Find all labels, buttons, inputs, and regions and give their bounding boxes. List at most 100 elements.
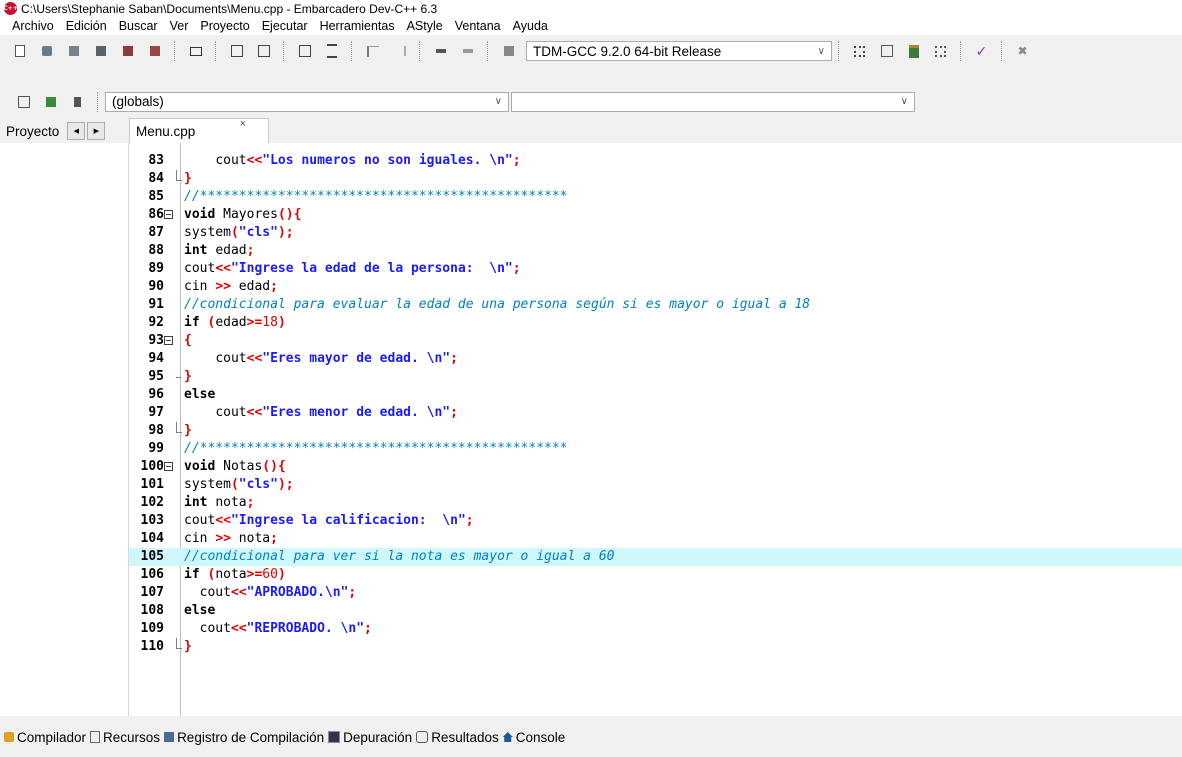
- menu-archivo[interactable]: Archivo: [0, 19, 60, 33]
- menu-buscar[interactable]: Buscar: [113, 19, 164, 33]
- save-all-button[interactable]: [90, 41, 111, 62]
- compile-icon: [503, 46, 514, 56]
- tab-menu-cpp[interactable]: Menu.cpp ×: [129, 118, 269, 143]
- code-line[interactable]: 92 if (edad>=18): [129, 314, 1182, 332]
- code-line[interactable]: 99 //************************************…: [129, 440, 1182, 458]
- code-line[interactable]: 96 else: [129, 386, 1182, 404]
- replace-button[interactable]: [321, 41, 342, 62]
- save-icon: [68, 46, 79, 56]
- scroll-right-button[interactable]: ▶: [87, 122, 106, 140]
- toolbar-separator: [174, 41, 176, 61]
- open-button[interactable]: [36, 41, 57, 62]
- compiler-select[interactable]: TDM-GCC 9.2.0 64-bit Release ∨: [526, 41, 832, 61]
- menu-proyecto[interactable]: Proyecto: [194, 19, 255, 33]
- menu-astyle[interactable]: AStyle: [401, 19, 449, 33]
- tab-recursos[interactable]: Recursos: [90, 730, 160, 745]
- class-toolbar: (globals) ∨ ∨: [0, 88, 1182, 115]
- checkmark-icon: ✓: [975, 42, 988, 59]
- menu-edicion[interactable]: Edición: [60, 19, 113, 33]
- layout-button[interactable]: [930, 41, 951, 62]
- code-line[interactable]: 106 if (nota>=60): [129, 566, 1182, 584]
- insert-button[interactable]: [876, 41, 897, 62]
- indent-button[interactable]: [362, 41, 383, 62]
- toggle-bookmark-button[interactable]: [430, 41, 451, 62]
- code-line[interactable]: 104 cin >> nota;: [129, 530, 1182, 548]
- goto-bookmark-button[interactable]: [457, 41, 478, 62]
- close-file-icon: [122, 46, 133, 56]
- save-button[interactable]: [63, 41, 84, 62]
- line-number: 105: [140, 549, 164, 564]
- code-line[interactable]: 110}: [129, 638, 1182, 656]
- line-code: system("cls");: [184, 225, 294, 240]
- menu-ver[interactable]: Ver: [164, 19, 195, 33]
- code-line[interactable]: 86 void Mayores(){: [129, 206, 1182, 224]
- code-line[interactable]: 105 //condicional para ver si la nota es …: [129, 548, 1182, 566]
- fold-end-marker: [176, 638, 182, 649]
- tab-resultados-label: Resultados: [431, 729, 499, 745]
- line-number: 90: [148, 279, 164, 294]
- menu-ayuda[interactable]: Ayuda: [507, 19, 554, 33]
- new-class-button[interactable]: [849, 41, 870, 62]
- tab-console[interactable]: Console: [502, 730, 565, 745]
- line-code: //**************************************…: [184, 441, 568, 456]
- tab-depuracion[interactable]: Depuración: [328, 730, 412, 745]
- scope-select[interactable]: (globals) ∨: [105, 91, 509, 112]
- goto-declaration-button[interactable]: [13, 91, 34, 112]
- code-line[interactable]: 108 else: [129, 602, 1182, 620]
- undo-button[interactable]: [226, 41, 247, 62]
- toolbar-separator: [838, 41, 840, 61]
- menu-ejecutar[interactable]: Ejecutar: [256, 19, 314, 33]
- tab-registro-compilacion[interactable]: Registro de Compilación: [164, 730, 324, 745]
- print-button[interactable]: [185, 41, 206, 62]
- code-line[interactable]: 100 void Notas(){: [129, 458, 1182, 476]
- redo-button[interactable]: [253, 41, 274, 62]
- scroll-left-button[interactable]: ◀: [67, 122, 86, 140]
- check-syntax-button[interactable]: ✓: [971, 41, 992, 62]
- close-file-button[interactable]: [117, 41, 138, 62]
- function-select[interactable]: ∨: [511, 91, 915, 112]
- toggle-panel-button[interactable]: [903, 41, 924, 62]
- class-browser-button[interactable]: [67, 91, 88, 112]
- find-button[interactable]: [294, 41, 315, 62]
- fold-toggle-icon[interactable]: [164, 210, 173, 219]
- code-line[interactable]: 93 {: [129, 332, 1182, 350]
- goto-definition-button[interactable]: [40, 91, 61, 112]
- class-icon: [74, 96, 81, 107]
- code-line[interactable]: 109 cout<<"REPROBADO. \n";: [129, 620, 1182, 638]
- code-line[interactable]: 107 cout<<"APROBADO.\n";: [129, 584, 1182, 602]
- close-all-button[interactable]: [144, 41, 165, 62]
- compile-button[interactable]: [498, 41, 519, 62]
- code-line[interactable]: 85 //************************************…: [129, 188, 1182, 206]
- tab-registro-label: Registro de Compilación: [177, 729, 325, 745]
- code-line[interactable]: 94 cout<<"Eres mayor de edad. \n";: [129, 350, 1182, 368]
- tab-compilador[interactable]: Compilador: [4, 730, 86, 745]
- code-line[interactable]: 90 cin >> edad;: [129, 278, 1182, 296]
- tab-proyecto[interactable]: Proyecto: [6, 124, 59, 139]
- code-line[interactable]: 102 int nota;: [129, 494, 1182, 512]
- code-line[interactable]: 87 system("cls");: [129, 224, 1182, 242]
- code-line[interactable]: 91 //condicional para evaluar la edad de …: [129, 296, 1182, 314]
- code-line[interactable]: 97 cout<<"Eres menor de edad. \n";: [129, 404, 1182, 422]
- code-line[interactable]: 88 int edad;: [129, 242, 1182, 260]
- abort-button[interactable]: ✖: [1012, 41, 1033, 62]
- fold-toggle-icon[interactable]: [164, 462, 173, 471]
- line-number: 95: [148, 369, 164, 384]
- code-line[interactable]: 84}: [129, 170, 1182, 188]
- code-editor[interactable]: 83 cout<<"Los numeros no son iguales. \n…: [129, 143, 1182, 716]
- toolbar-separator: [487, 41, 489, 61]
- unindent-button[interactable]: [389, 41, 410, 62]
- code-line[interactable]: 95}: [129, 368, 1182, 386]
- code-line[interactable]: 103 cout<<"Ingrese la calificacion: \n";: [129, 512, 1182, 530]
- fold-toggle-icon[interactable]: [164, 336, 173, 345]
- line-number: 94: [148, 351, 164, 366]
- code-line[interactable]: 98}: [129, 422, 1182, 440]
- code-line[interactable]: 83 cout<<"Los numeros no son iguales. \n…: [129, 152, 1182, 170]
- close-tab-icon[interactable]: ×: [240, 118, 246, 130]
- code-line[interactable]: 101 system("cls");: [129, 476, 1182, 494]
- fold-end-marker: [176, 170, 182, 181]
- menu-herramientas[interactable]: Herramientas: [314, 19, 401, 33]
- new-file-button[interactable]: [9, 41, 30, 62]
- menu-ventana[interactable]: Ventana: [449, 19, 507, 33]
- code-line[interactable]: 89 cout<<"Ingrese la edad de la persona: …: [129, 260, 1182, 278]
- tab-resultados[interactable]: Resultados: [416, 730, 499, 745]
